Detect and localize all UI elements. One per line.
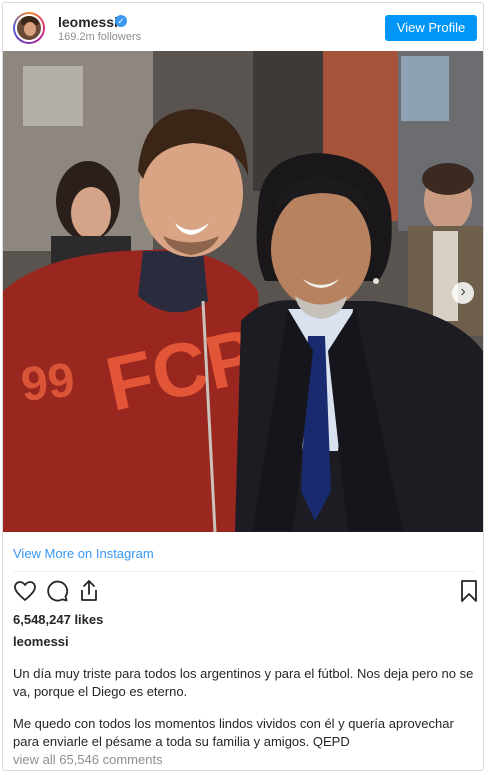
action-bar [13,579,477,603]
divider [13,571,475,572]
heart-icon[interactable] [13,579,37,603]
caption-username[interactable]: leomessi [13,634,69,649]
profile-avatar[interactable] [13,12,45,44]
svg-text:99: 99 [19,354,78,412]
comment-icon[interactable] [45,579,69,603]
instagram-embed-card: leomessi ✓ 169.2m followers View Profile [2,2,484,771]
chevron-right-icon[interactable]: › [452,282,474,304]
view-profile-button[interactable]: View Profile [385,15,477,41]
share-icon[interactable] [77,579,101,603]
avatar-image [15,14,43,42]
post-photo[interactable]: 99 FCP › [3,51,483,532]
view-comments-link[interactable]: view all 65,546 comments [13,752,163,767]
view-more-link[interactable]: View More on Instagram [13,546,154,561]
like-count[interactable]: 6,548,247 likes [13,612,103,627]
verified-badge-icon: ✓ [115,15,127,27]
follower-count: 169.2m followers [58,31,142,43]
photo-illustration: 99 FCP [3,51,483,532]
post-caption: Un día muy triste para todos los argenti… [13,665,475,765]
post-header: leomessi ✓ 169.2m followers View Profile [3,3,483,53]
caption-paragraph: Un día muy triste para todos los argenti… [13,666,474,699]
caption-paragraph: Me quedo con todos los momentos lindos v… [13,716,454,749]
username-link[interactable]: leomessi [58,14,118,30]
bookmark-icon[interactable] [457,579,481,603]
